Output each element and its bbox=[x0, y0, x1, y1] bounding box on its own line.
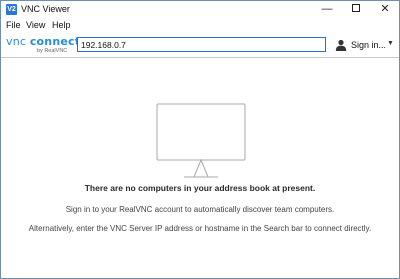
minimize-icon: — bbox=[321, 3, 333, 15]
menu-view[interactable]: View bbox=[26, 20, 45, 30]
search-box[interactable] bbox=[77, 37, 326, 52]
menu-file[interactable]: File bbox=[6, 20, 21, 30]
maximize-icon bbox=[352, 4, 360, 13]
toolbar: vnc connect by RealVNC Sign in... ▼ bbox=[1, 32, 399, 58]
window-title: VNC Viewer bbox=[21, 4, 70, 14]
close-icon: ✕ bbox=[380, 3, 390, 15]
logo-wordmark-vnc: vnc bbox=[6, 35, 30, 48]
monitor-icon bbox=[156, 103, 246, 178]
sign-in-label: Sign in... bbox=[351, 40, 387, 50]
vnc-connect-logo: vnc connect by RealVNC bbox=[6, 35, 80, 55]
chevron-down-icon: ▼ bbox=[387, 40, 394, 47]
address-book-area: There are no computers in your address b… bbox=[1, 59, 399, 278]
empty-state-signin-hint: Sign in to your RealVNC account to autom… bbox=[65, 205, 335, 214]
logo-wordmark-connect: connect bbox=[29, 35, 81, 48]
maximize-button[interactable] bbox=[342, 1, 370, 18]
title-bar[interactable]: V2 VNC Viewer — ✕ bbox=[1, 1, 399, 18]
close-button[interactable]: ✕ bbox=[371, 1, 399, 18]
minimize-button[interactable]: — bbox=[313, 1, 341, 18]
logo-wordmark: vnc connect bbox=[6, 35, 80, 48]
menu-bar: File View Help bbox=[1, 18, 399, 32]
search-input[interactable] bbox=[78, 38, 325, 51]
empty-state-search-hint: Alternatively, enter the VNC Server IP a… bbox=[28, 224, 372, 233]
app-icon: V2 bbox=[6, 4, 17, 15]
menu-help[interactable]: Help bbox=[52, 20, 71, 30]
logo-byline: by RealVNC bbox=[37, 48, 68, 54]
empty-state-title: There are no computers in your address b… bbox=[84, 183, 316, 193]
vnc-viewer-window: V2 VNC Viewer — ✕ File View Help vnc con… bbox=[0, 0, 400, 279]
user-icon bbox=[335, 39, 347, 51]
